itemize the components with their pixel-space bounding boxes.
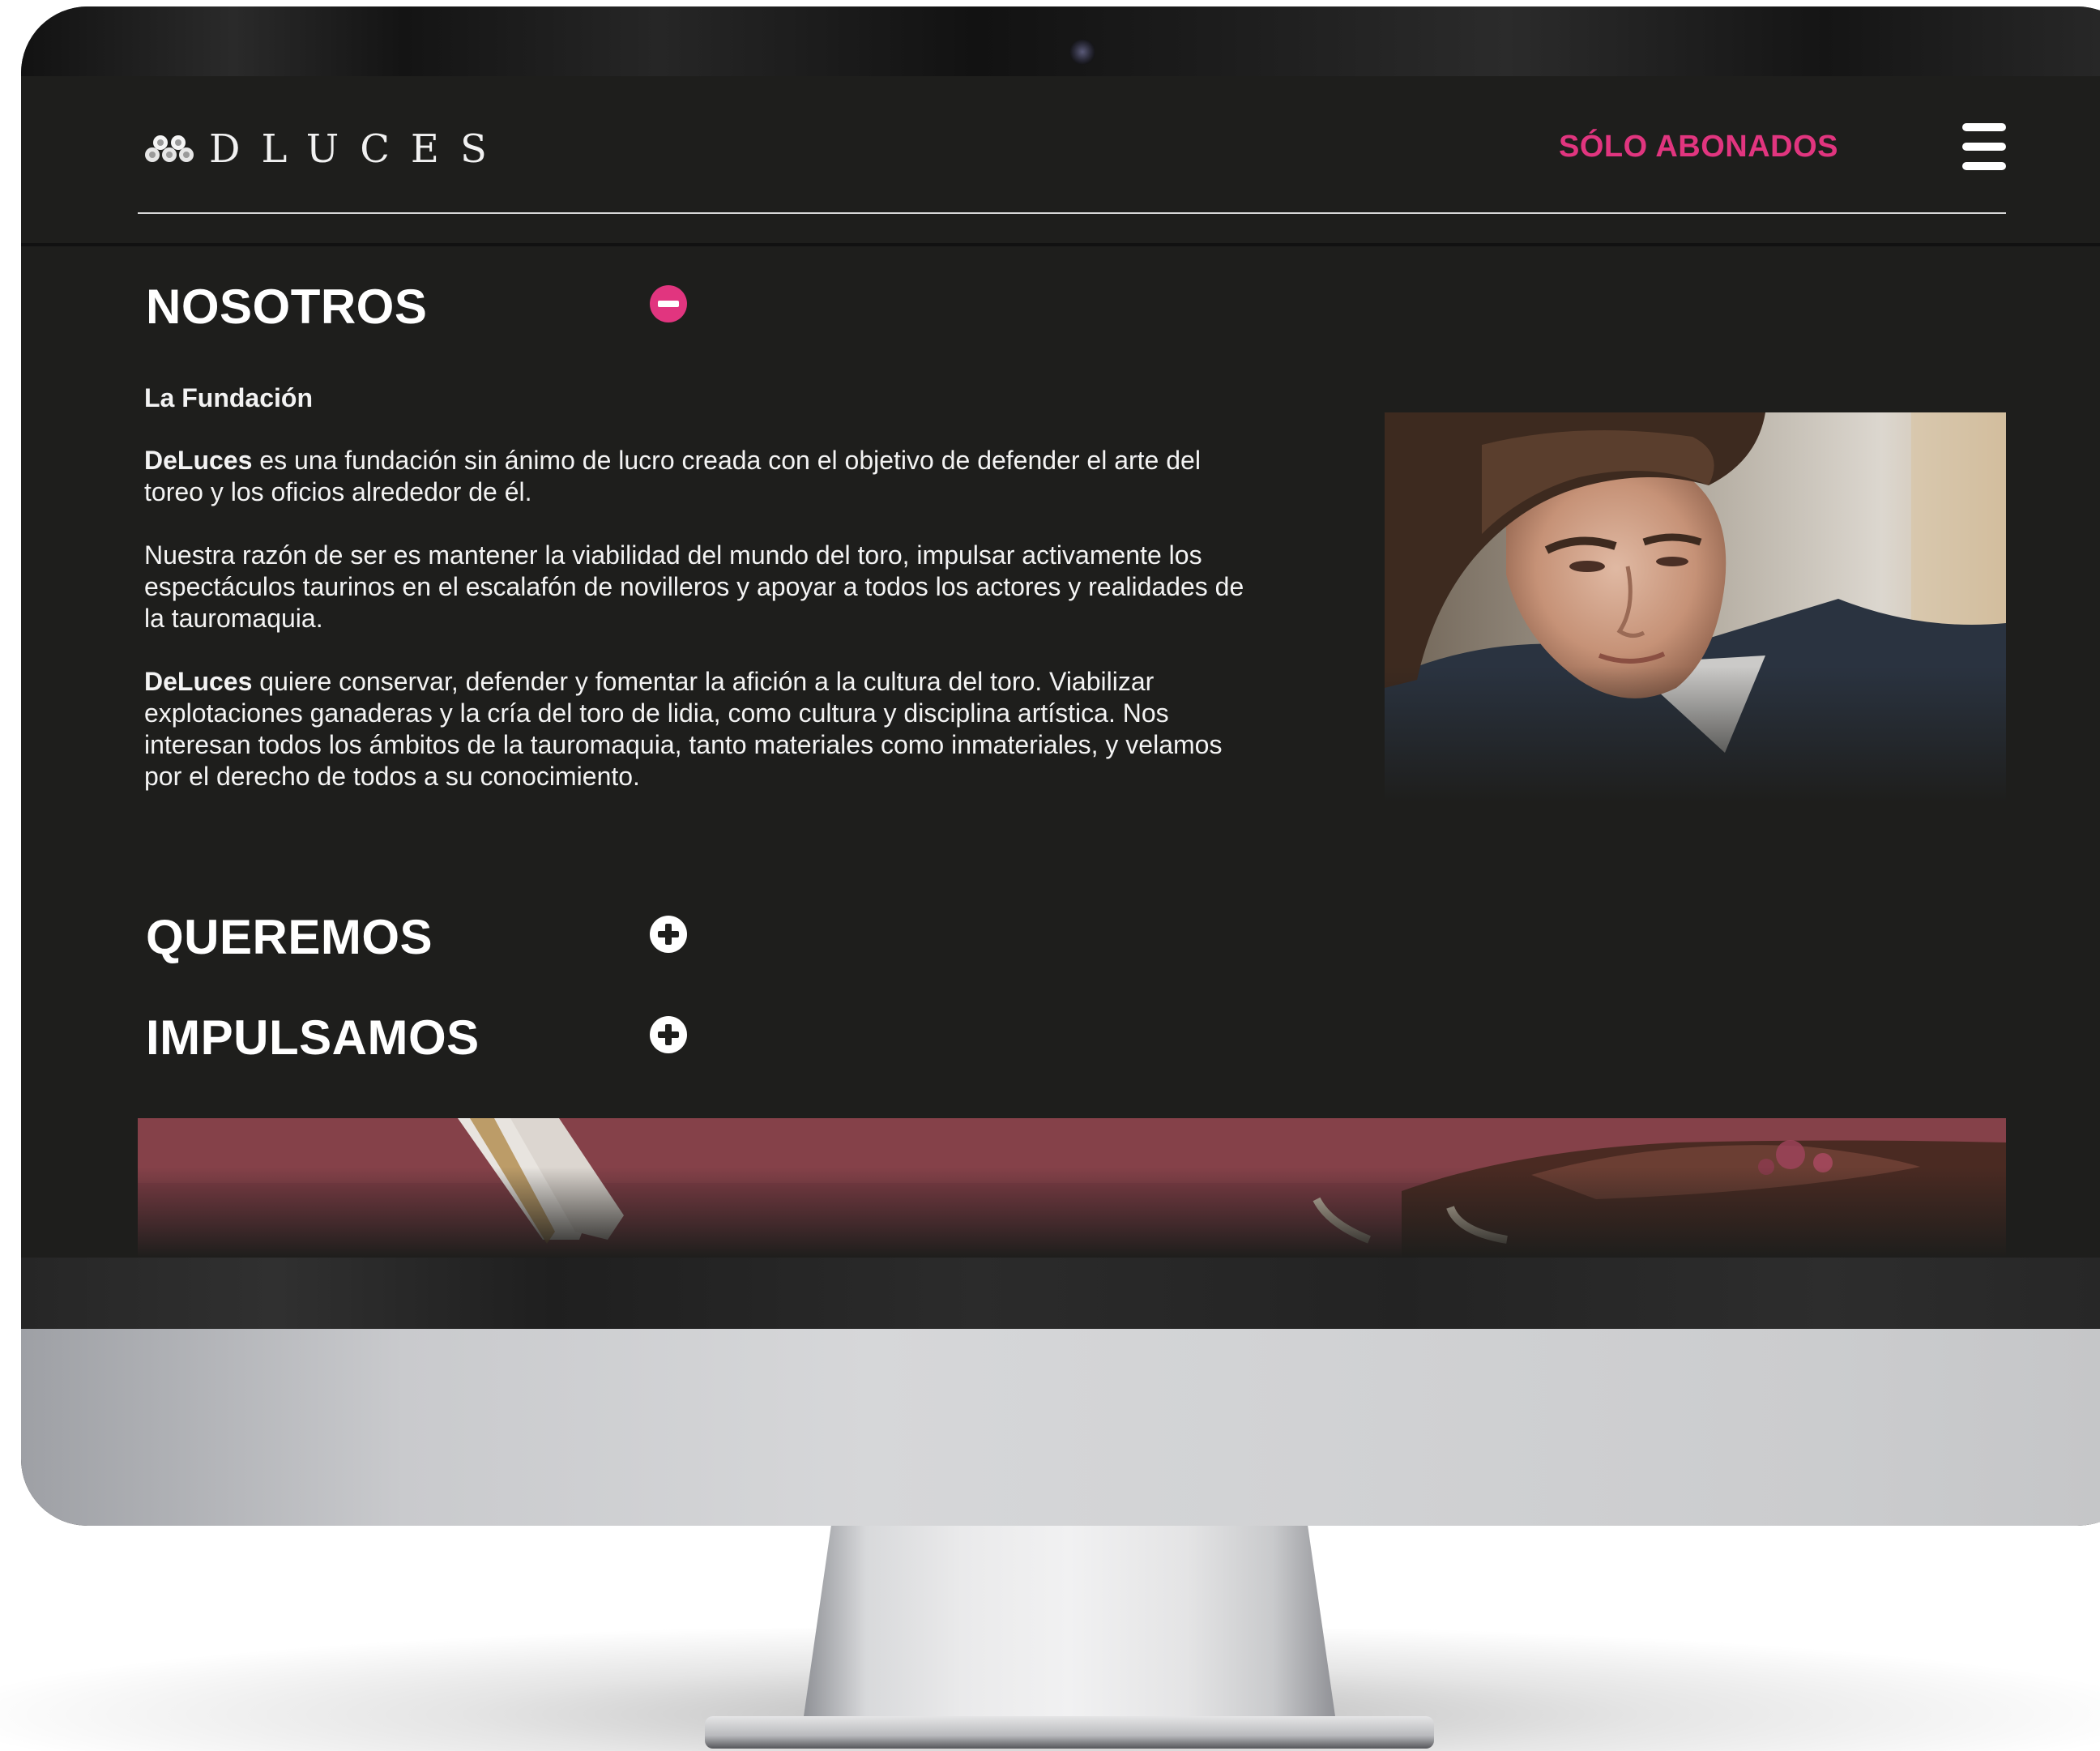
mockup-stage: DLUCES SÓLO ABONADOS NOSOTROS La Fundaci… bbox=[0, 0, 2100, 1751]
section-subtitle: La Fundación bbox=[144, 383, 313, 412]
hamburger-menu-icon[interactable] bbox=[1962, 123, 2006, 170]
monitor-chin-dark bbox=[21, 1258, 2100, 1330]
section-body-nosotros: La Fundación DeLuces es una fundación si… bbox=[144, 382, 1246, 824]
website-screen: DLUCES SÓLO ABONADOS NOSOTROS La Fundaci… bbox=[21, 76, 2100, 1258]
section-title-queremos[interactable]: QUEREMOS bbox=[146, 909, 433, 965]
plus-circle-icon[interactable] bbox=[650, 916, 687, 953]
plus-circle-icon[interactable] bbox=[650, 1016, 687, 1053]
subscribers-only-link[interactable]: SÓLO ABONADOS bbox=[1559, 130, 1838, 164]
monitor-stand-base bbox=[705, 1716, 1434, 1749]
monitor-chin bbox=[21, 1329, 2100, 1526]
paragraph-2: Nuestra razón de ser es mantener la viab… bbox=[144, 540, 1244, 633]
portrait-image bbox=[1385, 412, 2006, 803]
site-header: DLUCES SÓLO ABONADOS bbox=[21, 76, 2100, 243]
section-title-impulsamos[interactable]: IMPULSAMOS bbox=[146, 1010, 480, 1066]
paragraph-1: DeLuces es una fundación sin ánimo de lu… bbox=[144, 446, 1201, 506]
minus-circle-icon[interactable] bbox=[650, 285, 687, 322]
portrait-photo bbox=[1385, 412, 2006, 803]
logo-text: DLUCES bbox=[209, 126, 508, 172]
banner-image bbox=[138, 1118, 2006, 1258]
header-divider bbox=[138, 212, 2006, 214]
bullfight-banner-photo bbox=[138, 1118, 2006, 1258]
monitor-bezel: DLUCES SÓLO ABONADOS NOSOTROS La Fundaci… bbox=[21, 6, 2100, 1526]
camera-icon bbox=[1069, 39, 1095, 65]
logo[interactable]: DLUCES bbox=[144, 125, 508, 173]
section-title-nosotros[interactable]: NOSOTROS bbox=[146, 279, 427, 335]
monitor-top-bezel bbox=[21, 6, 2100, 76]
header-shadow bbox=[21, 243, 2100, 246]
logo-bubbles-icon bbox=[145, 135, 194, 162]
paragraph-3: DeLuces quiere conservar, defender y fom… bbox=[144, 667, 1223, 791]
monitor-stand bbox=[802, 1525, 1337, 1728]
